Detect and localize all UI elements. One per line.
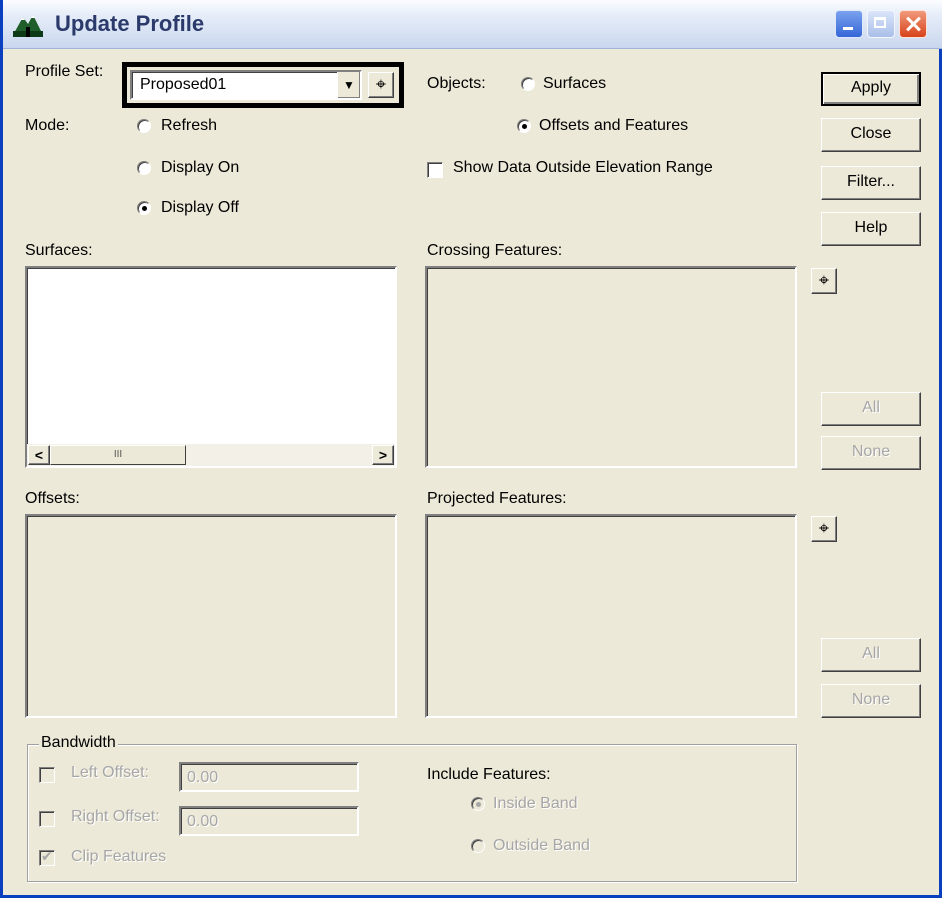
show-outside-range-label: Show Data Outside Elevation Range (453, 159, 713, 176)
projected-all-button[interactable]: All (821, 638, 921, 672)
crossing-all-button[interactable]: All (821, 392, 921, 426)
outside-band-label: Outside Band (493, 837, 590, 854)
right-offset-checkbox[interactable] (39, 811, 55, 827)
offsets-label: Offsets: (25, 490, 80, 507)
crossing-features-pick-button[interactable]: ⌖ (811, 268, 837, 294)
apply-button[interactable]: Apply (821, 72, 921, 106)
checkmark-icon: ✔ (41, 848, 53, 864)
close-button[interactable]: Close (821, 118, 921, 152)
surfaces-listbox[interactable]: < III > (25, 266, 397, 468)
include-features-label: Include Features: (427, 766, 551, 783)
scrollbar-thumb[interactable]: III (50, 445, 186, 465)
projected-features-pick-button[interactable]: ⌖ (811, 516, 837, 542)
filter-button[interactable]: Filter... (821, 166, 921, 200)
clip-features-label: Clip Features (71, 848, 167, 865)
left-offset-input[interactable]: 0.00 (179, 762, 359, 792)
mode-refresh-label: Refresh (161, 117, 218, 134)
left-offset-label: Left Offset: (71, 764, 149, 781)
objects-surfaces-radio[interactable] (521, 77, 535, 91)
crosshair-icon: ⌖ (818, 270, 830, 290)
objects-surfaces-label: Surfaces (543, 75, 607, 92)
crosshair-icon: ⌖ (375, 74, 387, 94)
profile-set-dropdown[interactable]: Proposed01 ▼ (130, 70, 362, 100)
right-offset-value: 0.00 (187, 813, 219, 830)
left-offset-checkbox[interactable] (39, 767, 55, 783)
maximize-button[interactable] (867, 10, 895, 38)
mode-display-on-label: Display On (161, 159, 240, 176)
bandwidth-legend: Bandwidth (39, 734, 118, 752)
surfaces-label: Surfaces: (25, 242, 93, 259)
inside-band-radio[interactable] (471, 797, 485, 811)
mode-display-off-radio[interactable] (137, 201, 151, 215)
offsets-listbox[interactable] (25, 514, 397, 718)
show-outside-range-checkbox[interactable] (427, 162, 443, 178)
surfaces-horizontal-scrollbar[interactable]: < III > (27, 444, 395, 466)
right-offset-label: Right Offset: (71, 808, 160, 825)
help-button[interactable]: Help (821, 212, 921, 246)
update-profile-window: Update Profile Profile Set: Proposed01 ▼… (0, 0, 942, 898)
projected-none-button[interactable]: None (821, 684, 921, 718)
mode-label: Mode: (25, 117, 70, 134)
mode-display-off-label: Display Off (161, 199, 239, 216)
outside-band-radio[interactable] (471, 839, 485, 853)
mode-refresh-radio[interactable] (137, 119, 151, 133)
inside-band-label: Inside Band (493, 795, 578, 812)
title-bar[interactable]: Update Profile (3, 0, 942, 49)
crossing-features-label: Crossing Features: (427, 242, 563, 259)
crossing-none-button[interactable]: None (821, 436, 921, 470)
projected-features-listbox[interactable] (425, 514, 797, 718)
crosshair-icon: ⌖ (818, 518, 830, 538)
window-title: Update Profile (55, 11, 205, 36)
objects-offsets-features-radio[interactable] (517, 119, 531, 133)
profile-set-value: Proposed01 (140, 76, 227, 93)
clip-features-checkbox[interactable]: ✔ (39, 848, 55, 866)
chevron-down-icon[interactable]: ▼ (337, 72, 360, 98)
scroll-right-icon[interactable]: > (372, 445, 394, 465)
minimize-button[interactable] (835, 10, 863, 38)
projected-features-label: Projected Features: (427, 490, 567, 507)
profile-set-pick-button[interactable]: ⌖ (368, 72, 394, 98)
mountain-app-icon (13, 15, 43, 37)
profile-set-label: Profile Set: (25, 63, 104, 80)
crossing-features-listbox[interactable] (425, 266, 797, 468)
scroll-left-icon[interactable]: < (28, 445, 50, 465)
objects-offsets-features-label: Offsets and Features (539, 117, 689, 134)
mode-display-on-radio[interactable] (137, 161, 151, 175)
right-offset-input[interactable]: 0.00 (179, 806, 359, 836)
objects-label: Objects: (427, 75, 486, 92)
close-window-button[interactable] (899, 10, 927, 38)
left-offset-value: 0.00 (187, 769, 219, 786)
